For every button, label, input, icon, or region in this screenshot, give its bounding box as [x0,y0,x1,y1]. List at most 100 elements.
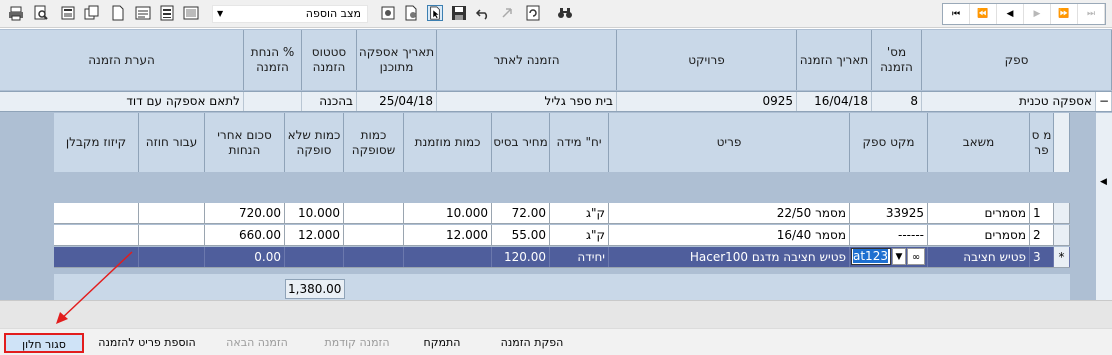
glasses-lookup-icon[interactable]: ∞ [907,248,925,265]
item-cell[interactable]: מסמר 16/40 [609,225,850,245]
refresh-icon[interactable] [525,5,541,21]
nav-prev-page-button[interactable]: ⏪ [970,4,997,24]
unit-cell[interactable]: ק"ג [550,225,609,245]
supplier-sku-cell[interactable]: 33925 [850,203,928,223]
order-supplier[interactable]: אספקה טכנית [922,92,1096,111]
unit-cell[interactable]: ק"ג [550,203,609,223]
print-icon[interactable] [8,5,24,21]
chevron-down-icon[interactable]: ▼ [892,248,906,265]
grid-view-icon[interactable] [183,5,199,21]
item-cell[interactable]: מסמר 22/50 [609,203,850,223]
unit-cell[interactable]: יחידה [550,247,609,267]
col-header-supplier-sku[interactable]: מקט ספק [850,113,928,172]
contract-cell[interactable] [139,247,205,267]
col-header-order-date[interactable]: תאריך הזמנה [797,30,872,90]
col-header-unsupplied-qty[interactable]: כמות שלא סופקה [285,113,344,172]
col-header-site[interactable]: הזמנה לאתר [437,30,617,90]
order-project[interactable]: 0925 [617,92,797,111]
order-delivery-date[interactable]: 25/04/18 [357,92,437,111]
order-row[interactable]: − אספקה טכנית 8 16/04/18 0925 בית ספר גל… [0,91,1112,112]
ordered-qty-cell[interactable] [404,247,492,267]
col-header-amount[interactable]: סכום אחרי הנחות [205,113,285,172]
export-icon[interactable] [60,5,76,21]
price-cell[interactable]: 55.00 [492,225,550,245]
amount-cell[interactable]: 660.00 [205,225,285,245]
resource-cell[interactable]: מסמרים [928,225,1030,245]
ordered-qty-cell[interactable]: 10.000 [404,203,492,223]
table-row-selected[interactable]: * 3 פטיש חציבה at123 ▼ ∞ פטיש חציבה מדגם… [54,247,1070,268]
order-date[interactable]: 16/04/18 [797,92,872,111]
order-note[interactable]: לתאם אספקה עם דוד [0,92,244,111]
expand-icon[interactable]: − [1096,92,1112,111]
deduction-cell[interactable] [54,203,139,223]
supplied-qty-cell[interactable] [344,247,404,267]
col-header-supplier[interactable]: ספק [922,30,1112,90]
copy-icon[interactable] [84,5,100,21]
new-document-icon[interactable] [110,5,126,21]
issue-order-button[interactable]: הפקת הזמנה [482,333,582,353]
col-header-supplied-qty[interactable]: כמות שסופקה [344,113,404,172]
ordered-qty-cell[interactable]: 12.000 [404,225,492,245]
col-header-ordered-qty[interactable]: כמות מוזמנת [404,113,492,172]
undo-icon[interactable] [475,5,491,21]
col-header-note[interactable]: הערת הזמנה [0,30,244,90]
nav-prev-button[interactable]: ◀ [997,4,1024,24]
resource-cell[interactable]: מסמרים [928,203,1030,223]
amount-cell[interactable]: 720.00 [205,203,285,223]
contract-cell[interactable] [139,203,205,223]
order-status[interactable]: בהכנה [302,92,357,111]
table-row[interactable]: 2 מסמרים ------ מסמר 16/40 ק"ג 55.00 12.… [54,225,1070,246]
save-icon[interactable] [451,5,467,21]
col-header-delivery-date[interactable]: תאריך אספקה מתוכנן [357,30,437,90]
supplier-sku-input[interactable]: at123 [851,248,891,265]
price-cell[interactable]: 72.00 [492,203,550,223]
redo-icon[interactable] [499,5,515,21]
order-discount[interactable] [244,92,302,111]
col-header-line-number[interactable]: מ ס פר [1030,113,1054,172]
new-row-marker[interactable]: * [1054,247,1070,267]
deduction-cell[interactable] [54,225,139,245]
col-header-resource[interactable]: משאב [928,113,1030,172]
resource-cell[interactable]: פטיש חציבה [928,247,1030,267]
supplier-sku-cell[interactable]: ------ [850,225,928,245]
next-order-button[interactable]: הזמנה הבאה [212,333,302,353]
col-header-contract[interactable]: עבור חוזה [139,113,205,172]
col-header-base-price[interactable]: מחיר בסיס [492,113,550,172]
col-header-item[interactable]: פריט [609,113,850,172]
row-selector[interactable] [1054,225,1070,245]
amount-cell[interactable]: 0.00 [205,247,285,267]
nav-first-button[interactable]: ⏮ [943,4,970,24]
unsupplied-qty-cell[interactable]: 12.000 [285,225,344,245]
col-header-discount[interactable]: % הנחת הזמנה [244,30,302,90]
col-header-unit[interactable]: יח" מידה [550,113,609,172]
nav-last-button[interactable]: ⏭ [1078,4,1105,24]
binoculars-icon[interactable] [557,5,573,21]
col-header-status[interactable]: סטטוס הזמנה [302,30,357,90]
order-number[interactable]: 8 [872,92,922,111]
properties-icon[interactable] [159,5,175,21]
mode-select[interactable]: מצב הוספה ▼ [212,5,368,23]
cursor-select-icon[interactable] [427,5,443,21]
add-item-button[interactable]: הוספת פריט להזמנה [92,333,202,353]
item-cell[interactable]: פטיש חציבה מדגם Hacer100 [609,247,850,267]
nav-next-button[interactable]: ▶ [1024,4,1051,24]
supplied-qty-cell[interactable] [344,225,404,245]
table-row[interactable]: 1 מסמרים 33925 מסמר 22/50 ק"ג 72.00 10.0… [54,203,1070,224]
row-selector[interactable] [1054,203,1070,223]
order-site[interactable]: בית ספר גליל [437,92,617,111]
col-header-project[interactable]: פרויקט [617,30,797,90]
settings-icon[interactable] [380,5,396,21]
col-header-deduction[interactable]: קיזוז מקבלן [54,113,139,172]
prev-order-button[interactable]: הזמנה קודמת [312,333,402,353]
close-window-button[interactable]: סגור חלון [4,333,84,353]
unsupplied-qty-cell[interactable] [285,247,344,267]
unsupplied-qty-cell[interactable]: 10.000 [285,203,344,223]
col-header-order-no[interactable]: מס' הזמנה [872,30,922,90]
align-button[interactable]: התמקח [412,333,472,353]
supplier-sku-editor[interactable]: at123 ▼ ∞ [850,247,928,267]
form-icon[interactable] [135,5,151,21]
nav-next-page-button[interactable]: ⏩ [1051,4,1078,24]
price-cell[interactable]: 120.00 [492,247,550,267]
contract-cell[interactable] [139,225,205,245]
document-settings-icon[interactable] [403,5,419,21]
